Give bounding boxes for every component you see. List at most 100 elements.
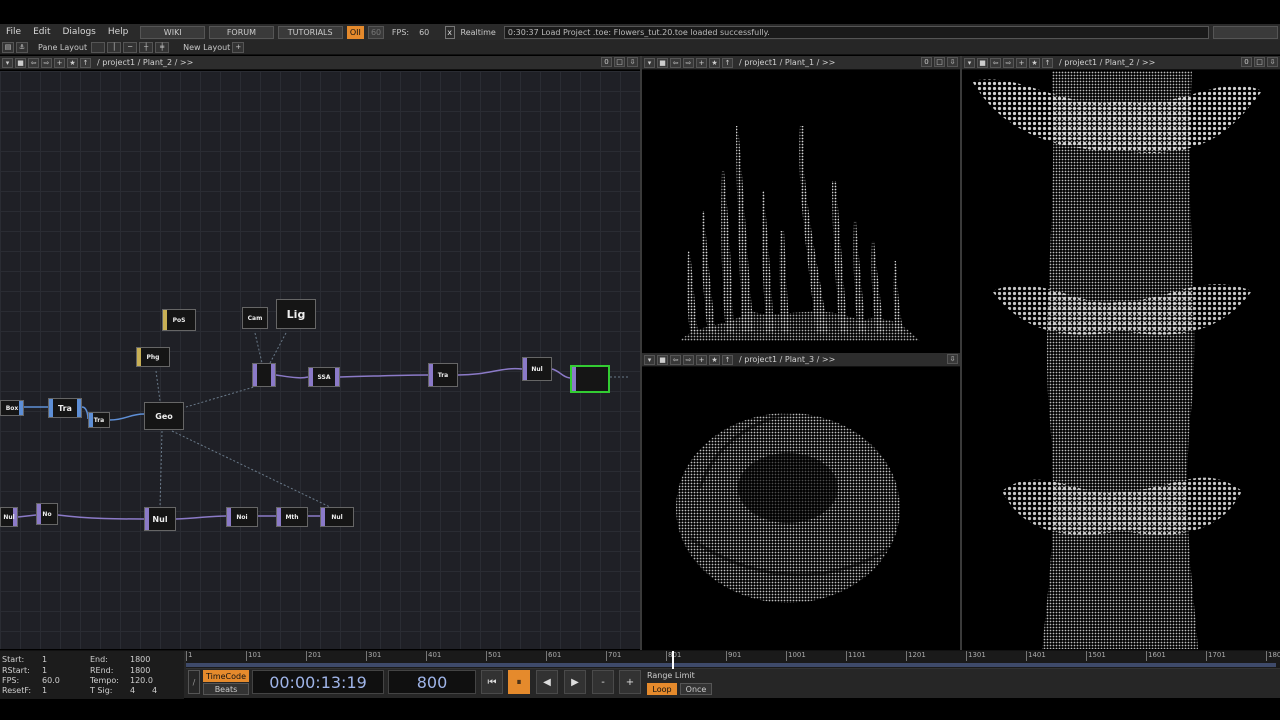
pane-back-icon[interactable]: ⇦	[28, 57, 39, 68]
pane-forward-icon[interactable]: ⇨	[41, 57, 52, 68]
layout-single-icon[interactable]	[91, 41, 106, 53]
node-transform-top[interactable]: Tra	[428, 363, 458, 387]
layout-icon[interactable]: ▤	[2, 41, 14, 53]
node-null-left[interactable]: Nul	[0, 507, 18, 527]
node-null-mid[interactable]: Nul	[144, 507, 176, 531]
timecode-display[interactable]: 00:00:13:19	[252, 670, 384, 694]
frame-display[interactable]: 800	[388, 670, 476, 694]
pane-home-icon[interactable]: ■	[657, 57, 668, 68]
loop-toggle[interactable]: Loop	[647, 683, 677, 695]
fps-value[interactable]: 60.0	[42, 676, 60, 685]
pane-up-icon[interactable]: ↑	[80, 57, 91, 68]
pane-maximize-icon[interactable]: □	[1254, 57, 1265, 67]
network-editor[interactable]: Box Tra Tra Geo Phg PoS Cam Lig SSA Tra …	[0, 71, 640, 649]
pane-menu-icon[interactable]: ▾	[2, 57, 13, 68]
pane-up-icon[interactable]: ↑	[722, 354, 733, 365]
pane-home-icon[interactable]: ■	[657, 354, 668, 365]
tsig-numerator[interactable]: 4	[130, 686, 135, 695]
pane-add-icon[interactable]: +	[696, 354, 707, 365]
sixty-button[interactable]: 60	[368, 25, 384, 39]
wiki-button[interactable]: WIKI	[140, 25, 206, 39]
menu-edit[interactable]: Edit	[27, 27, 56, 37]
status-extra-field[interactable]	[1213, 25, 1279, 39]
playhead[interactable]	[672, 651, 674, 669]
plant2-path[interactable]: / project1 / Plant_2 / >>	[1059, 58, 1155, 67]
start-value[interactable]: 1	[42, 655, 47, 664]
pane-split-icon[interactable]: ⇩	[947, 57, 958, 67]
node-output-selected[interactable]	[570, 365, 610, 393]
beats-toggle[interactable]: Beats	[203, 683, 249, 695]
pane-maximize-icon[interactable]: □	[614, 57, 625, 67]
timeline-range-bar[interactable]	[186, 663, 1276, 667]
once-toggle[interactable]: Once	[680, 683, 712, 695]
node-null-top[interactable]: Nul	[522, 357, 552, 381]
rend-value[interactable]: 1800	[130, 666, 150, 675]
timecode-toggle[interactable]: TimeCode	[203, 670, 249, 682]
node-phong[interactable]: Phg	[136, 347, 170, 367]
plant3-path[interactable]: / project1 / Plant_3 / >>	[739, 355, 835, 364]
layout-quad-icon[interactable]: ┼	[139, 41, 154, 53]
layout-split-h-icon[interactable]: │	[107, 41, 122, 53]
realtime-checkbox[interactable]: x	[444, 25, 455, 39]
node-noise[interactable]: Noi	[226, 507, 258, 527]
play-button[interactable]: ▶	[564, 670, 586, 694]
step-back-button[interactable]: -	[592, 670, 614, 694]
pane-add-icon[interactable]: +	[54, 57, 65, 68]
pane-home-icon[interactable]: ■	[977, 57, 988, 68]
plant1-path[interactable]: / project1 / Plant_1 / >>	[739, 58, 835, 67]
node-noise-small[interactable]: No	[36, 503, 58, 525]
end-value[interactable]: 1800	[130, 655, 150, 664]
node-point[interactable]: PoS	[162, 309, 196, 331]
pane-menu-icon[interactable]: ▾	[644, 57, 655, 68]
step-forward-button[interactable]: +	[619, 670, 641, 694]
node-box[interactable]: Box	[0, 400, 24, 416]
viewer-plant2[interactable]	[962, 71, 1280, 649]
tsig-denominator[interactable]: 4	[152, 686, 157, 695]
tutorials-button[interactable]: TUTORIALS	[277, 25, 343, 39]
pane-star-icon[interactable]: ★	[1029, 57, 1040, 68]
pause-button[interactable]: ⏸	[508, 670, 530, 694]
node-light[interactable]: Lig	[276, 299, 316, 329]
pane-menu-icon[interactable]: ▾	[644, 354, 655, 365]
node-ssao[interactable]: SSA	[308, 367, 340, 387]
pane-add-icon[interactable]: +	[696, 57, 707, 68]
viewer-plant1[interactable]	[660, 71, 940, 351]
menu-help[interactable]: Help	[102, 27, 135, 37]
pane-up-icon[interactable]: ↑	[722, 57, 733, 68]
pane-maximize-icon[interactable]: □	[934, 57, 945, 67]
timeline-toggle-icon[interactable]: /	[188, 670, 200, 694]
node-transform[interactable]: Tra	[48, 398, 82, 418]
pane-home-icon[interactable]: ■	[15, 57, 26, 68]
menu-dialogs[interactable]: Dialogs	[57, 27, 102, 37]
rewind-button[interactable]: ⏮	[481, 670, 503, 694]
node-camera[interactable]: Cam	[242, 307, 268, 329]
pane-star-icon[interactable]: ★	[709, 57, 720, 68]
pane-split-icon[interactable]: ⇩	[947, 354, 958, 364]
pane-star-icon[interactable]: ★	[709, 354, 720, 365]
pane-split-icon[interactable]: ⇩	[627, 57, 638, 67]
node-math[interactable]: Mth	[276, 507, 308, 527]
resetf-value[interactable]: 1	[42, 686, 47, 695]
oii-button[interactable]: OII	[346, 25, 365, 39]
anchor-icon[interactable]: ⚓	[16, 41, 28, 53]
node-render[interactable]	[252, 363, 276, 387]
tempo-value[interactable]: 120.0	[130, 676, 153, 685]
pane-split-icon[interactable]: ⇩	[1267, 57, 1278, 67]
pane-add-icon[interactable]: +	[1016, 57, 1027, 68]
pane-back-icon[interactable]: ⇦	[990, 57, 1001, 68]
new-layout-plus-icon[interactable]: +	[232, 41, 245, 53]
pane-forward-icon[interactable]: ⇨	[683, 57, 694, 68]
forum-button[interactable]: FORUM	[209, 25, 274, 39]
pane-forward-icon[interactable]: ⇨	[683, 354, 694, 365]
pane-back-icon[interactable]: ⇦	[670, 354, 681, 365]
pane-star-icon[interactable]: ★	[67, 57, 78, 68]
pane-back-icon[interactable]: ⇦	[670, 57, 681, 68]
node-geo[interactable]: Geo	[144, 402, 184, 430]
rstart-value[interactable]: 1	[42, 666, 47, 675]
network-path[interactable]: / project1 / Plant_2 / >>	[97, 58, 193, 67]
pane-forward-icon[interactable]: ⇨	[1003, 57, 1014, 68]
menu-file[interactable]: File	[0, 27, 27, 37]
node-transform-small[interactable]: Tra	[88, 412, 110, 428]
play-reverse-button[interactable]: ◀	[536, 670, 558, 694]
node-null-right[interactable]: Nul	[320, 507, 354, 527]
